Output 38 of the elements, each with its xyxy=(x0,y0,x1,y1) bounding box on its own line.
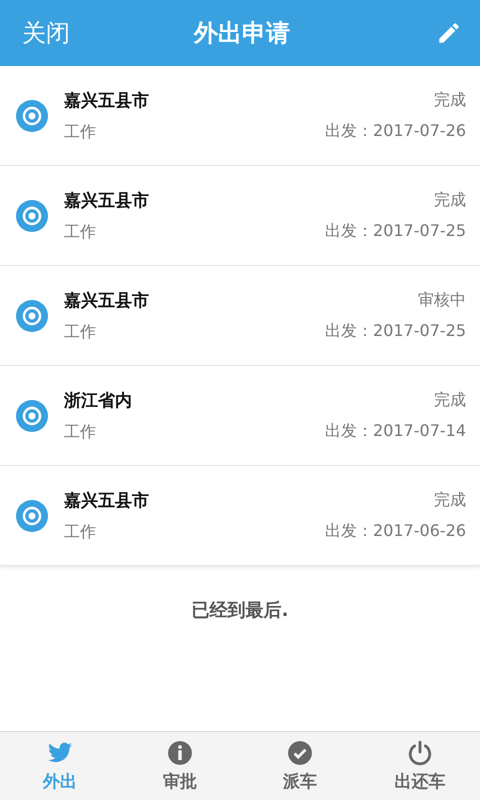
destination-text: 嘉兴五县市 xyxy=(64,90,150,112)
target-icon xyxy=(16,100,48,132)
target-icon xyxy=(16,500,48,532)
departure-date: 出发：2017-06-26 xyxy=(325,520,466,542)
request-row[interactable]: 嘉兴五县市 工作 完成 出发：2017-07-25 xyxy=(0,166,480,266)
destination-text: 浙江省内 xyxy=(64,390,133,412)
departure-date: 出发：2017-07-25 xyxy=(325,320,466,342)
tab[interactable]: 审批 xyxy=(120,732,240,800)
request-row[interactable]: 嘉兴五县市 工作 审核中 出发：2017-07-25 xyxy=(0,266,480,366)
departure-date: 出发：2017-07-14 xyxy=(325,420,466,442)
status-text: 完成 xyxy=(434,190,466,210)
destination-text: 嘉兴五县市 xyxy=(64,490,150,512)
type-text: 工作 xyxy=(64,222,97,242)
status-text: 审核中 xyxy=(418,290,466,310)
status-text: 完成 xyxy=(434,90,466,110)
check-icon xyxy=(287,740,313,766)
request-row[interactable]: 嘉兴五县市 工作 完成 出发：2017-06-26 xyxy=(0,466,480,566)
tab[interactable]: 派车 xyxy=(240,732,360,800)
request-row[interactable]: 嘉兴五县市 工作 完成 出发：2017-07-26 xyxy=(0,66,480,166)
destination-text: 嘉兴五县市 xyxy=(64,290,150,312)
target-icon xyxy=(16,400,48,432)
power-icon xyxy=(407,740,433,766)
page-title: 外出申请 xyxy=(194,18,290,49)
destination-text: 嘉兴五县市 xyxy=(64,190,150,212)
departure-date: 出发：2017-07-25 xyxy=(325,220,466,242)
status-text: 完成 xyxy=(434,390,466,410)
info-icon xyxy=(167,740,193,766)
target-icon xyxy=(16,300,48,332)
tab[interactable]: 出还车 xyxy=(360,732,480,800)
request-row[interactable]: 浙江省内 工作 完成 出发：2017-07-14 xyxy=(0,366,480,466)
type-text: 工作 xyxy=(64,122,97,142)
status-text: 完成 xyxy=(434,490,466,510)
departure-date: 出发：2017-07-26 xyxy=(325,120,466,142)
target-icon xyxy=(16,200,48,232)
type-text: 工作 xyxy=(64,522,97,542)
end-of-list-text: 已经到最后. xyxy=(192,599,288,622)
type-text: 工作 xyxy=(64,322,97,342)
type-text: 工作 xyxy=(64,422,97,442)
